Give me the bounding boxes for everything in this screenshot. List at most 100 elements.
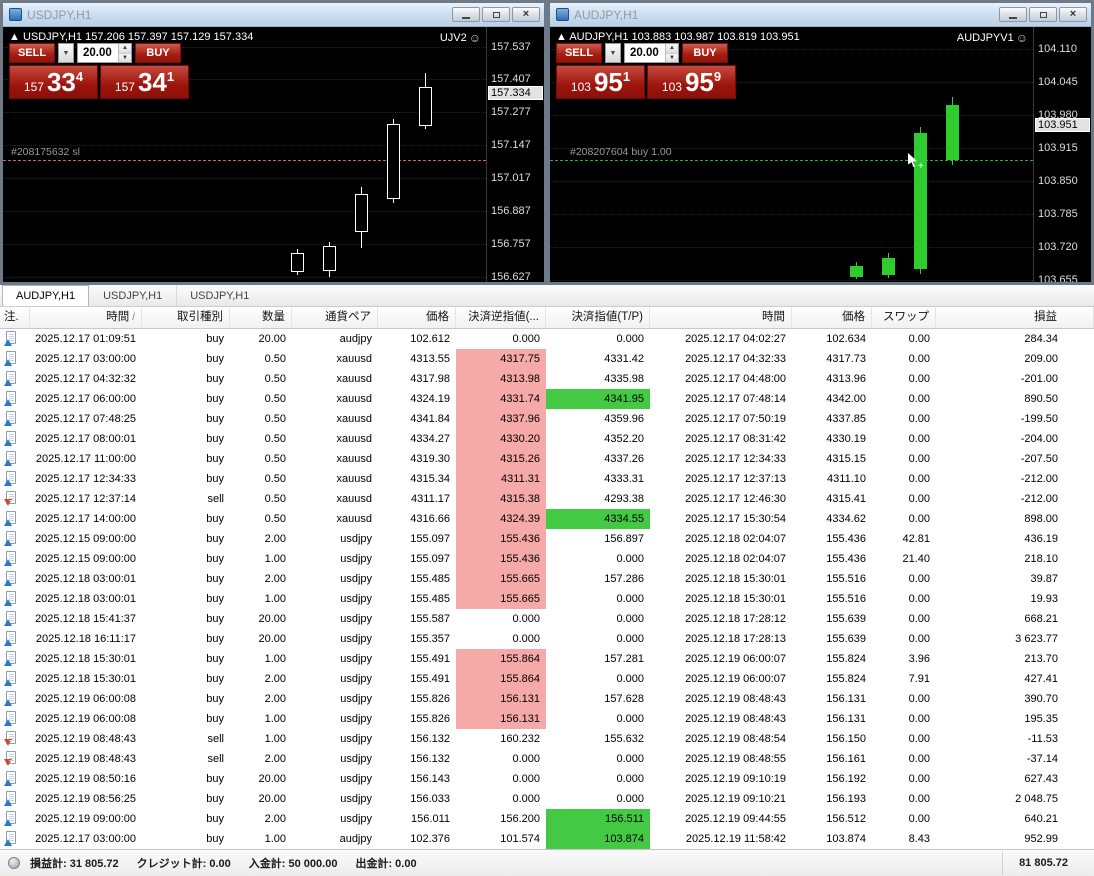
order-direction-flag [4,819,12,827]
open-position-line[interactable] [550,160,1033,161]
table-row[interactable]: 2025.12.17 12:34:33 buy 0.50 xauusd 4315.34 4… [0,469,1094,489]
volume-dropdown-button[interactable]: ▼ [58,43,74,63]
table-row[interactable]: 2025.12.17 14:00:00 buy 0.50 xauusd 4316.66 4… [0,509,1094,529]
table-row[interactable]: 2025.12.17 03:00:00 buy 0.50 xauusd 4313.55 4… [0,349,1094,369]
buy-price-tile[interactable]: 157 34 1 [100,65,189,99]
buy-order-icon [4,831,16,847]
column-header-3[interactable]: 数量 [230,307,292,328]
cell-symbol: xauusd [336,413,372,425]
table-row[interactable]: 2025.12.18 15:30:01 buy 1.00 usdjpy 155.491 1… [0,649,1094,669]
column-header-9[interactable]: 価格 [792,307,872,328]
buy-price-tile[interactable]: 103 95 9 [647,65,736,99]
order-icon-cell [0,789,30,809]
table-row[interactable]: 2025.12.17 04:32:32 buy 0.50 xauusd 4317.98 4… [0,369,1094,389]
buy-price-prefix: 103 [661,80,682,94]
cell-close-time: 2025.12.17 08:31:42 [685,433,786,445]
volume-input[interactable]: 20.00 ▲ ▼ [77,43,132,63]
right-chart-body[interactable]: ▲ AUDJPY,H1 103.883 103.987 103.819 103.… [550,27,1091,282]
stop-loss-order-line[interactable] [3,160,486,161]
table-row[interactable]: 2025.12.19 09:00:00 buy 2.00 usdjpy 156.011 1… [0,809,1094,829]
cell-close-price: 156.131 [826,713,866,725]
window-controls: × [452,7,540,22]
table-row[interactable]: 2025.12.19 08:48:43 sell 2.00 usdjpy 156.132… [0,749,1094,769]
table-row[interactable]: 2025.12.19 08:50:16 buy 20.00 usdjpy 156.143… [0,769,1094,789]
close-button[interactable]: × [1059,7,1087,22]
cell-type: buy [206,533,224,545]
cell-open-price: 4317.98 [410,373,450,385]
column-header-0[interactable]: 注. [0,307,30,328]
volume-down-button[interactable]: ▼ [666,53,678,62]
order-direction-flag [4,499,12,507]
usdjpy-window-titlebar[interactable]: USDJPY,H1 × [3,3,544,27]
sell-button[interactable]: SELL [9,43,55,63]
table-row[interactable]: 2025.12.19 08:48:43 sell 1.00 usdjpy 156.132… [0,729,1094,749]
buy-order-icon [4,611,16,627]
sell-price-tile[interactable]: 103 95 1 [556,65,645,99]
column-header-7[interactable]: 決済指値(T/P) [546,307,650,328]
cell-open-price: 155.491 [410,653,450,665]
column-header-6[interactable]: 決済逆指値(... [456,307,546,328]
cell-type: buy [206,553,224,565]
cell-profit: -212.00 [1020,473,1058,485]
volume-up-button[interactable]: ▲ [666,44,678,54]
close-button[interactable]: × [512,7,540,22]
left-price-axis[interactable]: 157.334 157.537 157.407 157.277 157.147 157.… [486,27,544,282]
cell-close-price: 4342.00 [826,393,866,405]
table-row[interactable]: 2025.12.18 16:11:17 buy 20.00 usdjpy 155.357… [0,629,1094,649]
restore-button[interactable] [1029,7,1057,22]
table-row[interactable]: 2025.12.19 08:56:25 buy 20.00 usdjpy 156.033… [0,789,1094,809]
chart-area: USDJPY,H1 × ▲ USDJPY,H1 157.206 157.397 … [0,0,1094,285]
left-chart-body[interactable]: ▲ USDJPY,H1 157.206 157.397 157.129 157.… [3,27,544,282]
cell-volume: 2.00 [264,693,286,705]
tab-0-audjpy-h1[interactable]: AUDJPY,H1 [2,285,90,306]
cell-sl: 0.000 [512,773,540,785]
cell-close-price: 156.161 [826,753,866,765]
column-header-5[interactable]: 価格 [378,307,456,328]
table-row[interactable]: 2025.12.17 06:00:00 buy 0.50 xauusd 4324.19 4… [0,389,1094,409]
cell-close-price: 4315.15 [826,453,866,465]
table-row[interactable]: 2025.12.18 03:00:01 buy 2.00 usdjpy 155.485 1… [0,569,1094,589]
table-row[interactable]: 2025.12.19 06:00:08 buy 1.00 usdjpy 155.826 1… [0,709,1094,729]
window-title: USDJPY,H1 [27,7,92,22]
volume-down-button[interactable]: ▼ [119,53,131,62]
cell-open-time: 2025.12.18 16:11:17 [35,633,136,645]
grid-line [3,178,486,179]
table-row[interactable]: 2025.12.17 07:48:25 buy 0.50 xauusd 4341.84 4… [0,409,1094,429]
table-row[interactable]: 2025.12.17 03:00:00 buy 1.00 audjpy 102.376 1… [0,829,1094,849]
column-header-10[interactable]: スワップ [872,307,936,328]
audjpy-window-titlebar[interactable]: AUDJPY,H1 × [550,3,1091,27]
right-price-axis[interactable]: 103.951 104.110 104.045 103.980 103.915 103.… [1033,27,1091,282]
table-row[interactable]: 2025.12.17 08:00:01 buy 0.50 xauusd 4334.27 4… [0,429,1094,449]
cell-open-time: 2025.12.17 08:00:01 [35,433,136,445]
sell-price-tile[interactable]: 157 33 4 [9,65,98,99]
table-row[interactable]: 2025.12.17 12:37:14 sell 0.50 xauusd 4311.17… [0,489,1094,509]
cell-volume: 2.00 [264,573,286,585]
table-row[interactable]: 2025.12.18 15:30:01 buy 2.00 usdjpy 155.491 1… [0,669,1094,689]
tab-2-usdjpy-h1[interactable]: USDJPY,H1 [176,285,263,306]
column-header-4[interactable]: 通貨ペア [292,307,378,328]
table-row[interactable]: 2025.12.17 01:09:51 buy 20.00 audjpy 102.612… [0,329,1094,349]
volume-input[interactable]: 20.00 ▲ ▼ [624,43,679,63]
minimize-button[interactable] [452,7,480,22]
table-row[interactable]: 2025.12.15 09:00:00 buy 1.00 usdjpy 155.097 1… [0,549,1094,569]
cell-open-time: 2025.12.18 15:41:37 [35,613,136,625]
table-row[interactable]: 2025.12.15 09:00:00 buy 2.00 usdjpy 155.097 1… [0,529,1094,549]
order-icon-cell [0,389,30,409]
minimize-button[interactable] [999,7,1027,22]
cell-type: buy [206,793,224,805]
table-row[interactable]: 2025.12.19 06:00:08 buy 2.00 usdjpy 155.826 1… [0,689,1094,709]
column-header-2[interactable]: 取引種別 [142,307,230,328]
volume-up-button[interactable]: ▲ [119,44,131,54]
restore-button[interactable] [482,7,510,22]
column-header-1[interactable]: 時間 / [30,307,142,328]
table-row[interactable]: 2025.12.17 11:00:00 buy 0.50 xauusd 4319.30 4… [0,449,1094,469]
tab-1-usdjpy-h1[interactable]: USDJPY,H1 [89,285,176,306]
column-header-11[interactable]: 損益 [936,307,1094,328]
buy-button[interactable]: BUY [682,43,728,63]
buy-button[interactable]: BUY [135,43,181,63]
sell-button[interactable]: SELL [556,43,602,63]
column-header-8[interactable]: 時間 [650,307,792,328]
volume-dropdown-button[interactable]: ▼ [605,43,621,63]
table-row[interactable]: 2025.12.18 15:41:37 buy 20.00 usdjpy 155.587… [0,609,1094,629]
table-row[interactable]: 2025.12.18 03:00:01 buy 1.00 usdjpy 155.485 1… [0,589,1094,609]
